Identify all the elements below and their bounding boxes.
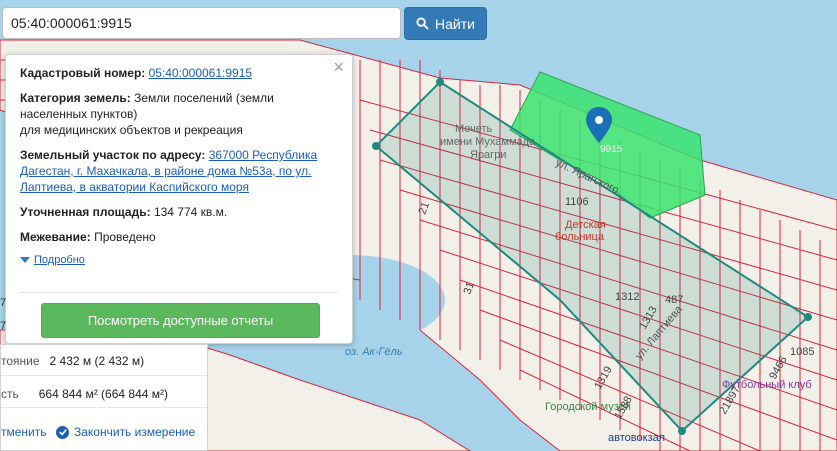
measure-vertex[interactable]: [804, 313, 812, 321]
search-button[interactable]: Найти: [404, 7, 487, 40]
view-reports-button[interactable]: Посмотреть доступные отчеты: [41, 303, 320, 338]
distance-label: тояние: [1, 354, 40, 368]
label-1312: 1312: [615, 291, 639, 303]
category-value: Земли поселений (земли: [134, 91, 274, 105]
label-footclub: Футбольный клуб: [722, 379, 812, 391]
category-label: Категория земель:: [20, 91, 131, 105]
survey-row: Межевание: Проведено: [20, 229, 338, 245]
left-cut-text: 7: [0, 297, 7, 309]
check-icon: [56, 425, 69, 439]
measure-vertex[interactable]: [436, 78, 444, 86]
close-icon[interactable]: ×: [333, 57, 344, 78]
distance-row: тояние 2 432 м (2 432 м): [1, 354, 144, 368]
area-value: 134 774 кв.м.: [153, 205, 228, 219]
label-1106: 1106: [565, 196, 589, 208]
address-link-3[interactable]: Лаптиева, в акватории Каспийского моря: [20, 180, 249, 194]
measure-vertex[interactable]: [372, 142, 380, 150]
search-button-label: Найти: [435, 15, 475, 32]
address-link-2[interactable]: Дагестан, г. Махачкала, в районе дома №5…: [20, 164, 312, 178]
cadastral-row: Кадастровый номер: 05:40:000061:9915: [20, 65, 338, 81]
distance-value: 2 432 м (2 432 м): [49, 354, 145, 368]
label-station: автовокзал: [608, 432, 665, 444]
label-mosque-3: Ярагри: [470, 149, 506, 161]
category-row: Категория земель: Земли поселений (земли…: [20, 90, 338, 138]
chevron-down-icon: [20, 257, 30, 263]
measure-area-value: 664 844 м² (664 844 м²): [38, 387, 168, 401]
label-1085: 1085: [790, 346, 814, 358]
cadastral-link[interactable]: 05:40:000061:9915: [149, 66, 252, 80]
divider: [1, 407, 207, 408]
category-value-3: для медицинских объектов и рекреация: [20, 123, 243, 137]
survey-value: Проведено: [94, 230, 156, 244]
label-hospital: Детская: [565, 219, 606, 231]
category-value-2: населенных пунктов): [20, 107, 138, 121]
label-lake: оз. Ак-Гёль: [345, 346, 403, 358]
finish-label: Закончить измерение: [74, 425, 196, 439]
measure-panel: тояние 2 432 м (2 432 м) сть 664 844 м² …: [0, 344, 208, 451]
left-cut-text-2: 7: [0, 320, 7, 332]
address-row: Земельный участок по адресу: 367000 Респ…: [20, 147, 338, 195]
address-link[interactable]: 367000 Республика: [209, 148, 317, 162]
divider: [20, 292, 338, 293]
search-input[interactable]: [2, 7, 401, 39]
more-toggle[interactable]: Подробно: [20, 254, 338, 266]
parcel-popup: × Кадастровый номер: 05:40:000061:9915 К…: [5, 54, 353, 344]
measure-vertex[interactable]: [678, 427, 686, 435]
label-mosque-2: имени Мухаммада: [440, 136, 536, 148]
cadastral-label: Кадастровый номер:: [20, 66, 146, 80]
area-row: Уточненная площадь: 134 774 кв.м.: [20, 204, 338, 220]
search-icon: [416, 17, 429, 30]
finish-measure-button[interactable]: Закончить измерение: [56, 425, 195, 439]
marker-label: 9915: [600, 144, 623, 155]
cancel-measure-button[interactable]: тменить: [1, 425, 47, 439]
area-measure-row: сть 664 844 м² (664 844 м²): [1, 387, 168, 401]
label-mosque: Мечеть: [455, 123, 493, 135]
area-label: Уточненная площадь:: [20, 205, 151, 219]
address-label: Земельный участок по адресу:: [20, 148, 206, 162]
survey-label: Межевание:: [20, 230, 91, 244]
more-link[interactable]: Подробно: [34, 254, 85, 266]
label-hospital-2: больница: [555, 231, 605, 243]
divider: [1, 375, 207, 376]
measure-area-label: сть: [1, 387, 19, 401]
